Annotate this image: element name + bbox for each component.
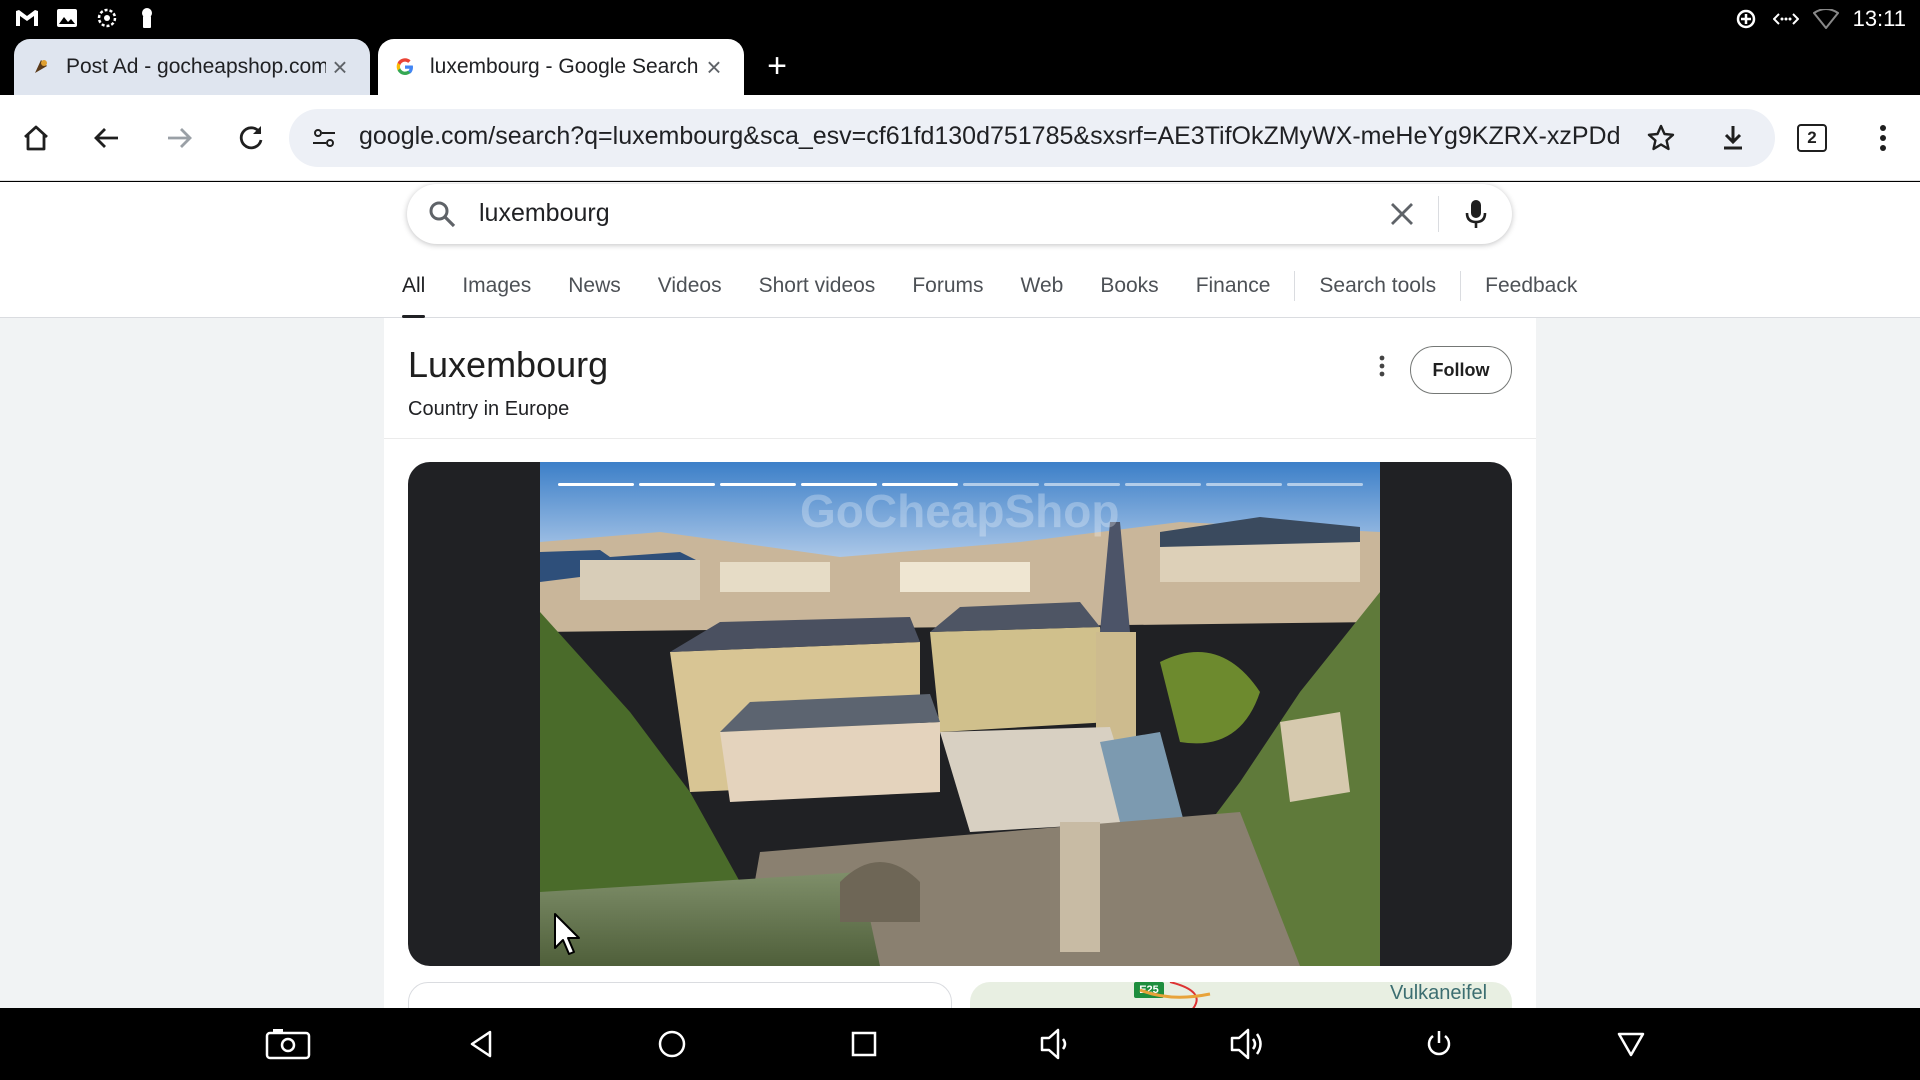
address-bar[interactable]: google.com/search?q=luxembourg&sca_esv=c… <box>289 109 1775 167</box>
map-place-label: Vulkaneifel <box>1390 982 1488 1004</box>
browser-toolbar: google.com/search?q=luxembourg&sca_esv=c… <box>0 95 1920 181</box>
back-icon[interactable] <box>84 115 130 161</box>
search-nav-tabs: All Images News Videos Short videos Foru… <box>402 268 1614 318</box>
divider <box>1460 271 1462 301</box>
keyhole-icon <box>134 6 160 30</box>
tab-title: luxembourg - Google Search <box>430 55 699 78</box>
search-tools-button[interactable]: Search tools <box>1319 268 1436 304</box>
collapse-nav-icon[interactable] <box>1608 1022 1654 1066</box>
close-tab-icon[interactable]: × <box>326 52 354 82</box>
power-icon[interactable] <box>1416 1022 1462 1066</box>
data-saver-icon <box>1733 7 1759 31</box>
gallery-icon <box>54 6 80 30</box>
search-box[interactable]: luxembourg <box>407 184 1512 244</box>
tab-strip: Post Ad - gocheapshop.com × luxembourg -… <box>0 37 1920 95</box>
system-nav-bar <box>0 1008 1920 1080</box>
status-bar: 13:11 <box>0 0 1920 37</box>
progress-segment <box>1287 483 1363 486</box>
overflow-menu-icon[interactable] <box>1860 115 1906 161</box>
download-icon[interactable] <box>1710 115 1756 161</box>
progress-segment <box>558 483 634 486</box>
progress-segment <box>720 483 796 486</box>
divider <box>384 438 1536 439</box>
close-tab-icon[interactable]: × <box>700 52 728 82</box>
divider <box>1294 271 1296 301</box>
more-options-icon[interactable] <box>1364 348 1400 384</box>
tab-post-ad[interactable]: Post Ad - gocheapshop.com × <box>14 39 370 95</box>
entity-title: Luxembourg <box>408 344 609 385</box>
site-settings-icon[interactable] <box>309 123 339 153</box>
tab-switcher-button[interactable]: 2 <box>1789 115 1835 161</box>
tab-news[interactable]: News <box>568 268 621 304</box>
clock: 13:11 <box>1852 6 1906 31</box>
entity-subtitle: Country in Europe <box>408 398 570 420</box>
search-header: luxembourg All Images News Videos Short … <box>0 182 1920 318</box>
tab-count: 2 <box>1797 124 1827 152</box>
tab-all[interactable]: All <box>402 268 426 318</box>
home-nav-icon[interactable] <box>649 1022 695 1066</box>
gmail-icon <box>14 6 40 30</box>
tab-forums[interactable]: Forums <box>912 268 983 304</box>
progress-segment <box>639 483 715 486</box>
home-icon[interactable] <box>13 115 59 161</box>
volume-up-icon[interactable] <box>1224 1022 1270 1066</box>
follow-button[interactable]: Follow <box>1410 346 1512 394</box>
map-card[interactable]: E25 Vulkaneifel <box>970 982 1512 1008</box>
wifi-icon <box>1812 7 1839 31</box>
google-favicon <box>394 56 416 78</box>
mouse-cursor-icon <box>553 912 583 958</box>
signal-icon <box>1772 7 1799 31</box>
bookmark-star-icon[interactable] <box>1638 115 1684 161</box>
clear-icon[interactable] <box>1385 197 1419 231</box>
settings-sync-icon <box>94 6 120 30</box>
back-nav-icon[interactable] <box>458 1022 504 1066</box>
forward-icon[interactable] <box>156 115 202 161</box>
url-text: google.com/search?q=luxembourg&sca_esv=c… <box>359 122 1619 150</box>
knowledge-panel: Luxembourg Country in Europe Follow GoCh… <box>384 318 1536 1008</box>
search-icon <box>425 197 459 231</box>
tab-title: Post Ad - gocheapshop.com <box>66 55 326 78</box>
search-input[interactable]: luxembourg <box>479 199 610 228</box>
recents-nav-icon[interactable] <box>841 1022 887 1066</box>
progress-segment <box>1125 483 1201 486</box>
new-tab-button[interactable]: + <box>760 47 794 85</box>
gocheapshop-favicon <box>30 56 52 78</box>
tab-web[interactable]: Web <box>1021 268 1064 304</box>
tab-videos[interactable]: Videos <box>658 268 722 304</box>
tab-finance[interactable]: Finance <box>1196 268 1271 304</box>
info-card[interactable] <box>408 982 952 1008</box>
reload-icon[interactable] <box>228 115 274 161</box>
divider <box>1438 196 1439 232</box>
tab-books[interactable]: Books <box>1100 268 1158 304</box>
tab-google-search[interactable]: luxembourg - Google Search × <box>378 39 744 95</box>
screenshot-icon[interactable] <box>265 1022 311 1066</box>
feedback-link[interactable]: Feedback <box>1485 268 1577 304</box>
tab-short-videos[interactable]: Short videos <box>759 268 876 304</box>
image-carousel[interactable]: GoCheapShop <box>408 462 1512 966</box>
watermark: GoCheapShop <box>800 485 1120 537</box>
web-page: luxembourg All Images News Videos Short … <box>0 182 1920 1008</box>
tab-images[interactable]: Images <box>462 268 531 304</box>
volume-down-icon[interactable] <box>1032 1022 1078 1066</box>
voice-search-icon[interactable] <box>1459 197 1493 231</box>
progress-segment <box>1206 483 1282 486</box>
